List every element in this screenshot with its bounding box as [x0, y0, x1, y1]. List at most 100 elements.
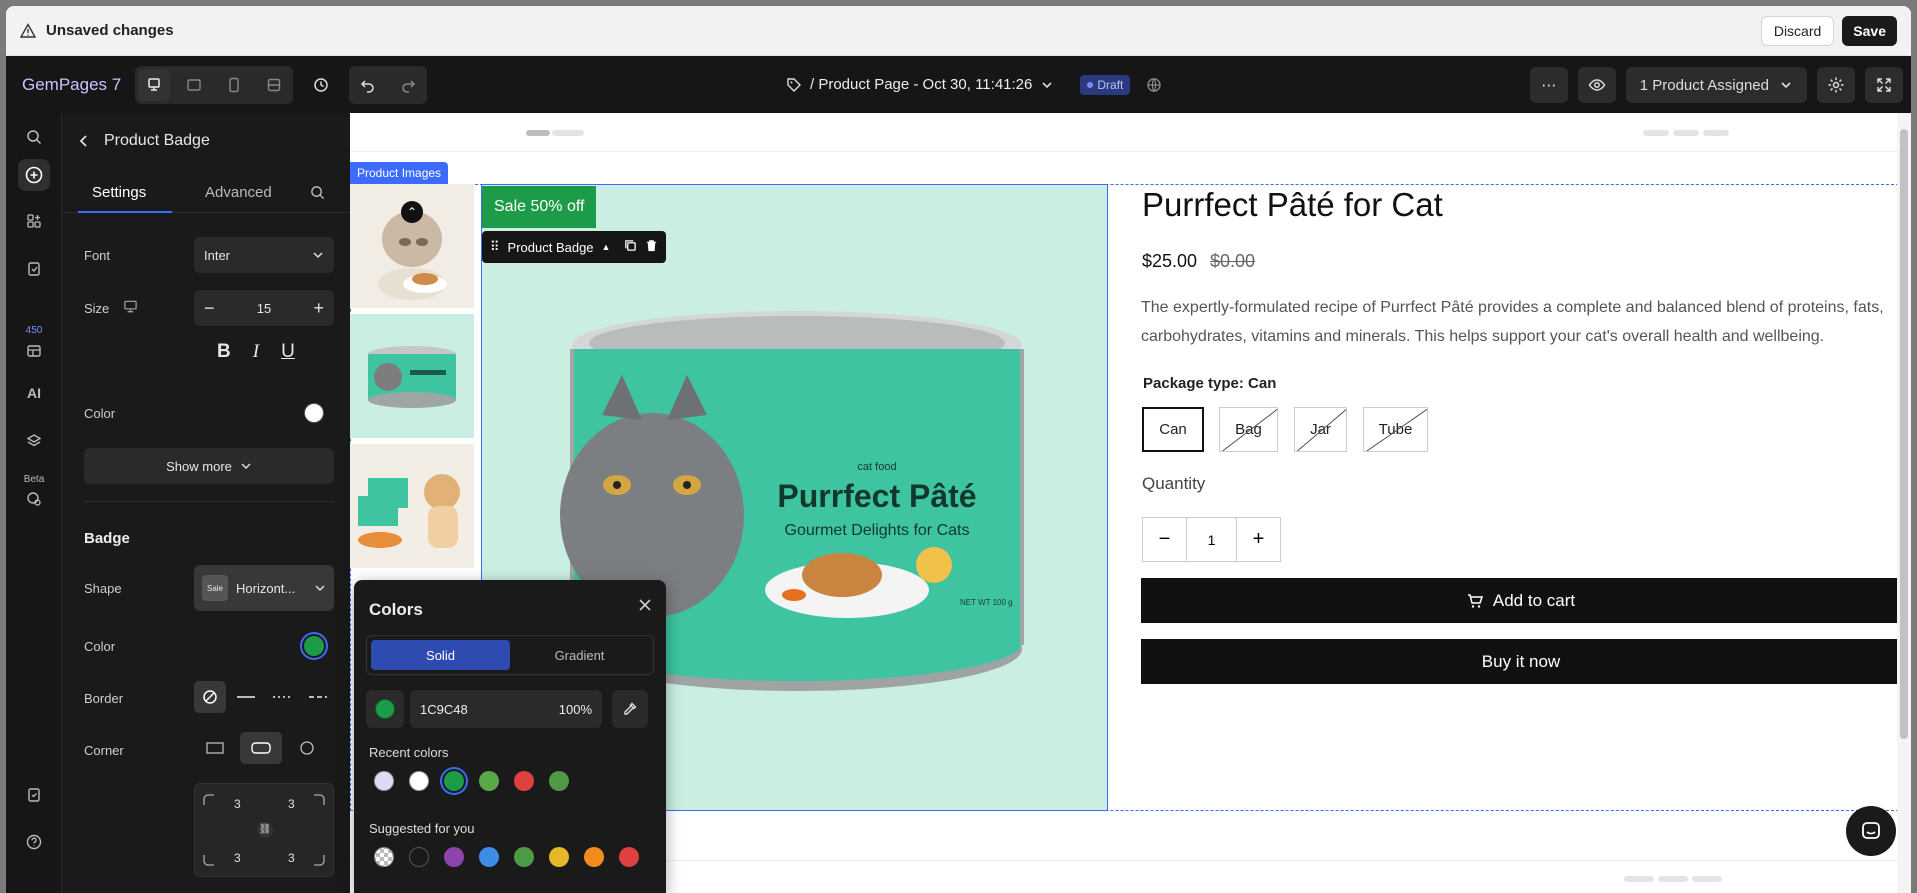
- show-more-button[interactable]: Show more: [84, 448, 334, 484]
- color-swatch[interactable]: [374, 771, 394, 791]
- dashed-border-icon[interactable]: [302, 681, 334, 713]
- product-assigned-dropdown[interactable]: 1 Product Assigned: [1625, 67, 1807, 103]
- italic-icon[interactable]: I: [253, 341, 259, 363]
- tab-settings[interactable]: Settings: [92, 171, 146, 213]
- plus-icon[interactable]: +: [313, 298, 324, 319]
- quantity-input[interactable]: 1: [1187, 518, 1236, 561]
- search-icon[interactable]: [18, 121, 50, 153]
- variant-option-jar[interactable]: Jar: [1294, 407, 1347, 452]
- more-options-button[interactable]: ⋯: [1529, 67, 1568, 103]
- apps-icon[interactable]: [18, 205, 50, 237]
- current-color-swatch[interactable]: [366, 690, 404, 728]
- color-swatch[interactable]: [409, 771, 429, 791]
- text-color-swatch[interactable]: [304, 403, 324, 423]
- search-icon[interactable]: [310, 171, 325, 213]
- tab-solid[interactable]: Solid: [371, 640, 510, 670]
- quantity-minus-button[interactable]: −: [1143, 518, 1187, 561]
- tablet-view-icon[interactable]: [178, 69, 210, 101]
- thumbnail-image[interactable]: [350, 314, 474, 438]
- tab-advanced[interactable]: Advanced: [205, 171, 272, 213]
- color-swatch[interactable]: [549, 847, 569, 867]
- page-title-area[interactable]: / Product Page - Oct 30, 11:41:26 Draft: [786, 56, 1162, 113]
- duplicate-icon[interactable]: [624, 239, 637, 255]
- fullwidth-view-icon[interactable]: [258, 69, 290, 101]
- chevron-up-icon[interactable]: ⌃: [401, 201, 423, 223]
- corner-bottom-right[interactable]: 3: [288, 851, 295, 865]
- buy-now-button[interactable]: Buy it now: [1141, 639, 1901, 684]
- colors-popup-title: Colors: [369, 600, 423, 619]
- history-icon[interactable]: [305, 69, 337, 101]
- preview-button[interactable]: [1577, 67, 1616, 103]
- color-swatch[interactable]: [479, 771, 499, 791]
- globe-icon[interactable]: [1146, 77, 1162, 93]
- circle-corner-icon[interactable]: [286, 732, 328, 764]
- pages-icon[interactable]: [18, 253, 50, 285]
- product-images-tag[interactable]: Product Images: [350, 162, 449, 184]
- quantity-plus-button[interactable]: +: [1236, 518, 1280, 561]
- thumbnail-image[interactable]: ⌃: [350, 184, 474, 308]
- hex-input[interactable]: 1C9C48 100%: [410, 690, 602, 728]
- color-swatch[interactable]: [374, 847, 394, 867]
- color-swatch[interactable]: [444, 847, 464, 867]
- badge-color-swatch[interactable]: [304, 636, 324, 656]
- bold-icon[interactable]: B: [217, 341, 231, 363]
- toolbar-label[interactable]: Product Badge: [508, 240, 594, 255]
- help-icon[interactable]: [18, 826, 50, 858]
- square-corner-icon[interactable]: [194, 732, 236, 764]
- mobile-view-icon[interactable]: [218, 69, 250, 101]
- underline-icon[interactable]: U: [281, 341, 295, 363]
- size-stepper[interactable]: − 15 +: [194, 290, 334, 326]
- thumbnail-image[interactable]: [350, 444, 474, 568]
- no-border-icon[interactable]: [194, 681, 226, 713]
- font-select[interactable]: Inter: [194, 237, 334, 273]
- layers-icon[interactable]: [18, 425, 50, 457]
- add-element-icon[interactable]: [18, 159, 50, 191]
- eyedropper-icon[interactable]: [612, 690, 648, 728]
- color-swatch[interactable]: [514, 847, 534, 867]
- corner-top-left[interactable]: 3: [234, 797, 241, 811]
- opacity-value[interactable]: 100%: [559, 702, 592, 717]
- caret-up-icon[interactable]: ▲: [602, 242, 611, 252]
- minus-icon[interactable]: −: [204, 298, 215, 319]
- color-swatch[interactable]: [514, 771, 534, 791]
- save-button[interactable]: Save: [1842, 15, 1897, 46]
- color-swatch[interactable]: [479, 847, 499, 867]
- hex-value[interactable]: 1C9C48: [420, 702, 468, 717]
- canvas-scrollbar[interactable]: [1897, 113, 1911, 893]
- undo-icon[interactable]: [352, 69, 384, 101]
- color-swatch[interactable]: [619, 847, 639, 867]
- checklist-icon[interactable]: [18, 779, 50, 811]
- desktop-view-icon[interactable]: [138, 68, 171, 101]
- dotted-border-icon[interactable]: [266, 681, 298, 713]
- tab-gradient[interactable]: Gradient: [510, 640, 649, 670]
- discard-button[interactable]: Discard: [1760, 15, 1835, 46]
- drag-handle-icon[interactable]: ⠿: [490, 239, 500, 255]
- sale-badge[interactable]: Sale 50% off: [482, 186, 597, 228]
- color-swatch[interactable]: [584, 847, 604, 867]
- page-settings-button[interactable]: [1817, 67, 1855, 103]
- solid-border-icon[interactable]: [230, 681, 262, 713]
- library-icon[interactable]: [18, 335, 50, 367]
- beta-feature-icon[interactable]: [18, 483, 50, 515]
- corner-bottom-left[interactable]: 3: [234, 851, 241, 865]
- rounded-corner-icon[interactable]: [240, 732, 282, 764]
- size-value[interactable]: 15: [257, 301, 271, 316]
- variant-option-can[interactable]: Can: [1142, 407, 1204, 452]
- fullscreen-button[interactable]: [1865, 67, 1903, 103]
- close-icon[interactable]: [638, 598, 652, 617]
- corner-top-right[interactable]: 3: [288, 797, 295, 811]
- color-swatch[interactable]: [549, 771, 569, 791]
- trash-icon[interactable]: [645, 239, 658, 255]
- back-arrow-icon[interactable]: [78, 134, 90, 148]
- desktop-device-icon[interactable]: [123, 299, 138, 314]
- variant-option-tube[interactable]: Tube: [1363, 407, 1428, 452]
- chat-launcher-button[interactable]: [1846, 806, 1896, 856]
- ai-icon[interactable]: AI: [18, 377, 50, 409]
- shape-select[interactable]: Sale Horizont...: [194, 565, 334, 611]
- redo-icon[interactable]: [392, 69, 424, 101]
- color-swatch[interactable]: [444, 771, 464, 791]
- link-corners-icon[interactable]: ⛓: [257, 822, 273, 838]
- variant-option-bag[interactable]: Bag: [1219, 407, 1278, 452]
- color-swatch[interactable]: [409, 847, 429, 867]
- add-to-cart-button[interactable]: Add to cart: [1141, 578, 1901, 623]
